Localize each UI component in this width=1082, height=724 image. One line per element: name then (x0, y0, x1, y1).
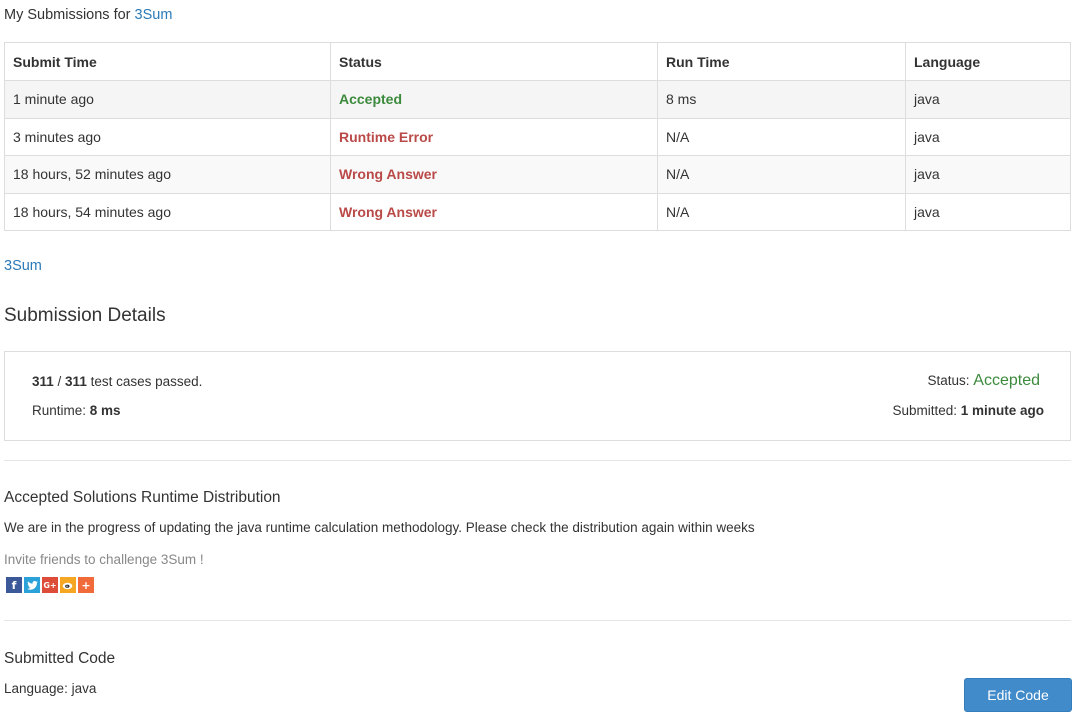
runtime-value: 8 ms (89, 403, 121, 418)
submission-details-panel: 311 / 311 test cases passed. Runtime: 8 … (4, 351, 1071, 441)
submitted-value: 1 minute ago (960, 403, 1044, 418)
table-row: 1 minute ago Accepted 8 ms java (4, 80, 1071, 119)
status-value: Accepted (973, 372, 1040, 389)
problem-title-link[interactable]: 3Sum (135, 7, 173, 23)
code-language: Language: java (4, 681, 97, 696)
passed-count: 311 (32, 374, 54, 389)
problem-link[interactable]: 3Sum (4, 258, 42, 274)
status-link[interactable]: Accepted (339, 91, 402, 107)
column-header-language: Language (905, 42, 1071, 81)
table-row: 18 hours, 52 minutes ago Wrong Answer N/… (4, 155, 1071, 194)
status-link[interactable]: Wrong Answer (339, 204, 437, 220)
weibo-icon[interactable] (60, 577, 76, 593)
submit-time-cell: 18 hours, 54 minutes ago (4, 192, 331, 231)
table-row: 3 minutes ago Runtime Error N/A java (4, 117, 1071, 156)
status-label: Status: (927, 373, 974, 388)
column-header-run-time: Run Time (657, 42, 906, 81)
submitted-code-title: Submitted Code (4, 650, 116, 667)
page-heading-prefix: My Submissions for (4, 7, 135, 23)
status-link[interactable]: Wrong Answer (339, 166, 437, 182)
submission-details-title: Submission Details (4, 305, 166, 326)
facebook-icon[interactable]: f (6, 577, 22, 593)
submitted-summary: Submitted: 1 minute ago (892, 403, 1044, 418)
runtime-label: Runtime: (32, 403, 90, 418)
divider (4, 620, 1071, 621)
invite-text: Invite friends to challenge 3Sum ! (4, 552, 204, 567)
submissions-table: Submit Time Status Run Time Language 1 m… (4, 42, 1071, 231)
page-heading: My Submissions for 3Sum (4, 7, 172, 23)
language-cell: java (905, 80, 1071, 119)
test-cases-summary: 311 / 311 test cases passed. (32, 374, 203, 389)
total-count: 311 (65, 374, 87, 389)
twitter-icon[interactable] (24, 577, 40, 593)
divider (4, 460, 1071, 461)
submit-time-cell: 1 minute ago (4, 80, 331, 119)
test-cases-text: test cases passed. (86, 374, 203, 389)
submit-time-cell: 3 minutes ago (4, 117, 331, 156)
column-header-submit-time: Submit Time (4, 42, 331, 81)
runtime-cell: N/A (657, 117, 906, 156)
distribution-note: We are in the progress of updating the j… (4, 520, 755, 535)
distribution-title: Accepted Solutions Runtime Distribution (4, 489, 281, 506)
submitted-label: Submitted: (892, 403, 961, 418)
status-summary: Status: Accepted (928, 372, 1041, 390)
runtime-cell: 8 ms (657, 80, 906, 119)
submit-time-cell: 18 hours, 52 minutes ago (4, 155, 331, 194)
table-header-row: Submit Time Status Run Time Language (4, 42, 1071, 81)
runtime-summary: Runtime: 8 ms (32, 403, 121, 418)
column-header-status: Status (330, 42, 658, 81)
runtime-cell: N/A (657, 192, 906, 231)
add-share-icon[interactable]: + (78, 577, 94, 593)
google-plus-icon[interactable]: G+ (42, 577, 58, 593)
status-link[interactable]: Runtime Error (339, 129, 433, 145)
language-cell: java (905, 192, 1071, 231)
runtime-cell: N/A (657, 155, 906, 194)
table-row: 18 hours, 54 minutes ago Wrong Answer N/… (4, 192, 1071, 231)
language-cell: java (905, 117, 1071, 156)
edit-code-button[interactable]: Edit Code (964, 678, 1072, 712)
share-icons: f G+ + (6, 577, 94, 593)
language-cell: java (905, 155, 1071, 194)
